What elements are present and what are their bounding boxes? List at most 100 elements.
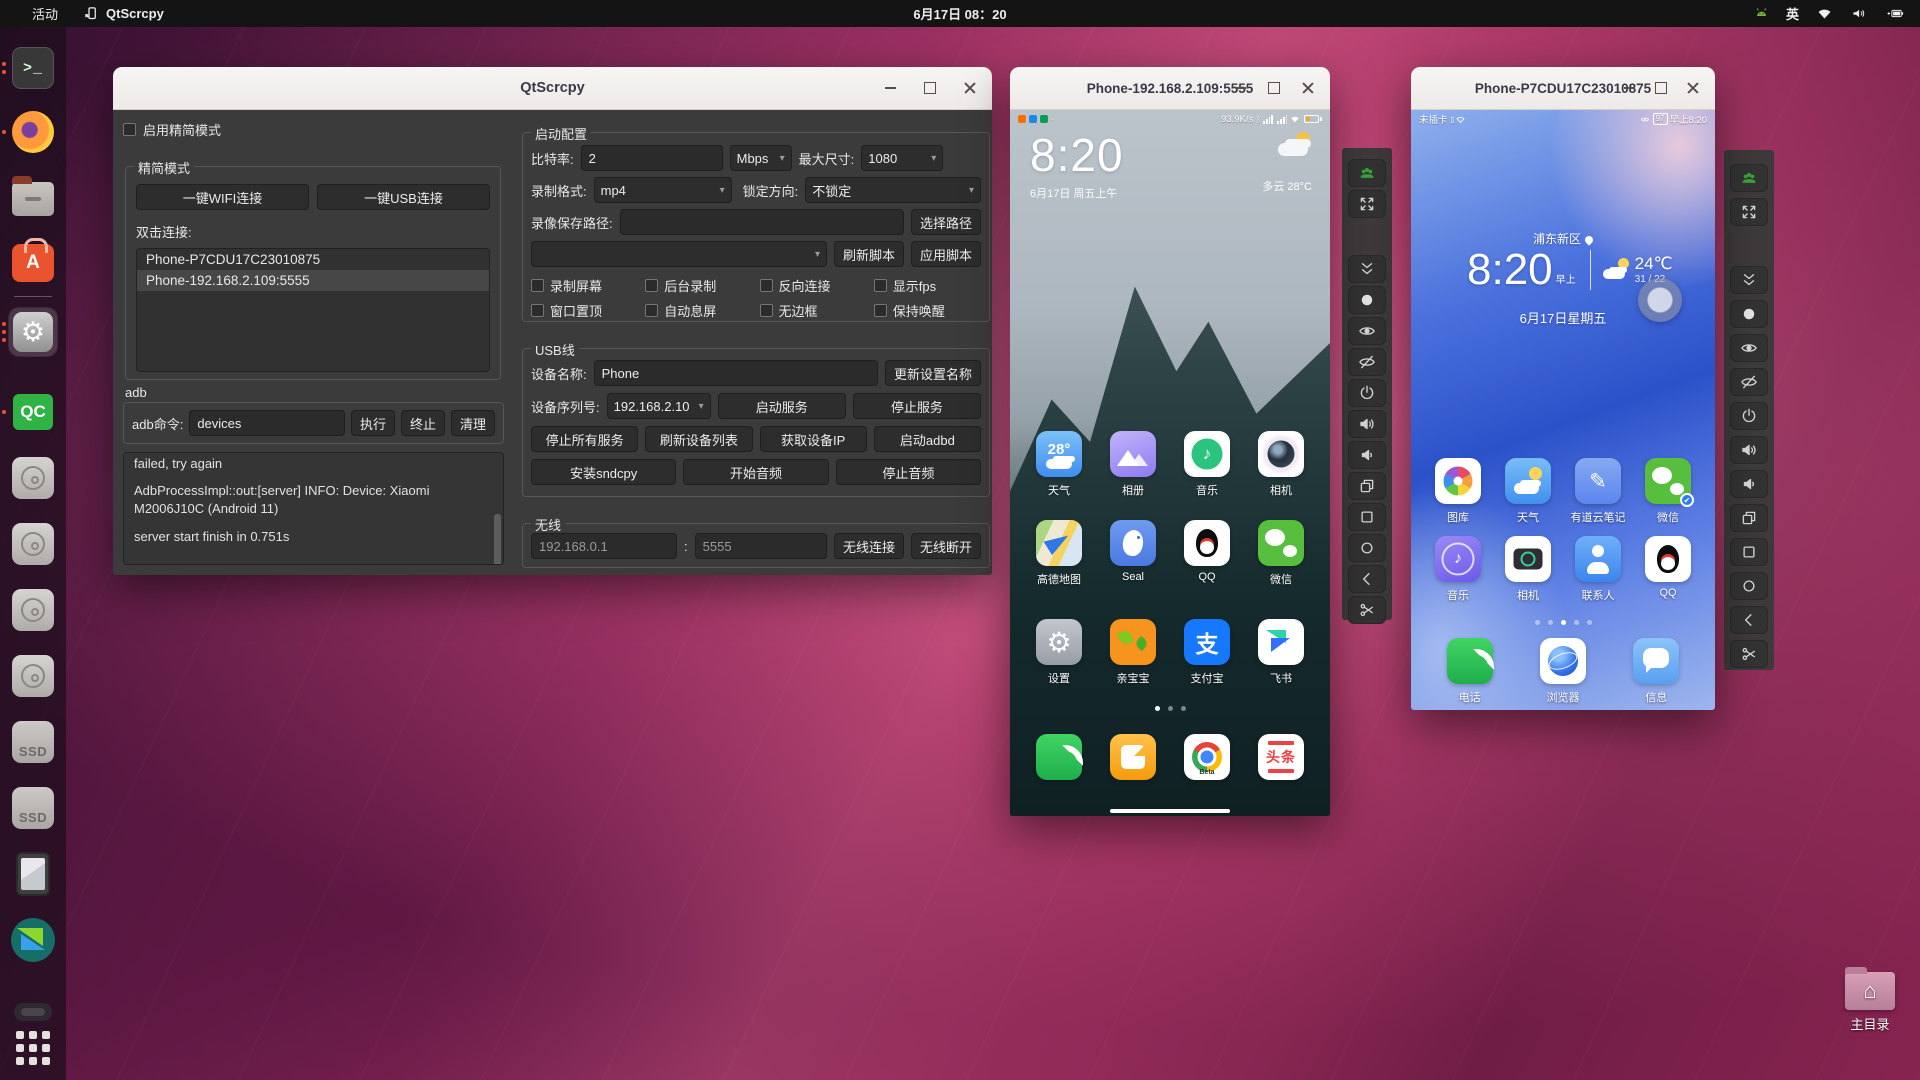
screen-off-icon[interactable] <box>1730 368 1768 396</box>
checkbox-无边框[interactable]: 无边框 <box>760 301 867 320</box>
dock-item-qtscrcpy-qc[interactable]: QC <box>9 388 57 436</box>
menu-icon[interactable] <box>1730 538 1768 566</box>
one-key-wifi-button[interactable]: 一键WIFI连接 <box>136 184 309 210</box>
stop-service-button[interactable]: 停止服务 <box>853 393 981 419</box>
screenshot-icon[interactable] <box>1348 596 1386 624</box>
dock-item-terminal[interactable]: >_ <box>9 44 57 92</box>
screenshot-icon[interactable] <box>1730 640 1768 668</box>
volume-up-icon[interactable] <box>1730 436 1768 464</box>
stop-audio-button[interactable]: 停止音频 <box>836 459 981 485</box>
app-switch-icon[interactable] <box>1730 504 1768 532</box>
qtscrcpy-titlebar[interactable]: QtScrcpy <box>113 67 992 110</box>
adb-log-output[interactable]: failed, try againAdbProcessImpl::out:[se… <box>123 452 504 565</box>
phone1-app-weather[interactable]: 28° <box>1036 431 1082 477</box>
phone1-titlebar[interactable]: Phone-192.168.2.109:5555 <box>1010 67 1330 110</box>
phone2-app-phone[interactable] <box>1447 638 1493 684</box>
volume-icon[interactable] <box>1850 6 1867 21</box>
lock-orientation-combo[interactable]: 不锁定▾ <box>805 177 981 203</box>
volume-up-icon[interactable] <box>1348 410 1386 438</box>
adb-command-input[interactable]: devices <box>189 410 345 436</box>
refresh-script-button[interactable]: 刷新脚本 <box>834 241 904 267</box>
phone2-screen[interactable]: 未插卡 ▯ 97 早上8:20 浦东新区 8:20 早上 24℃ 31 / 22… <box>1411 110 1715 710</box>
phone2-app-browser[interactable] <box>1540 638 1586 684</box>
phone2-app-qq[interactable] <box>1645 536 1691 582</box>
clock-menu[interactable]: 6月17日 08：20 <box>0 4 1920 23</box>
power-icon[interactable] <box>1730 402 1768 430</box>
dock-item-disk-3[interactable] <box>9 586 57 634</box>
phone1-app-messages[interactable] <box>1110 734 1156 780</box>
wireless-port-input[interactable]: 5555 <box>695 533 827 559</box>
dock-item-disk-2[interactable] <box>9 520 57 568</box>
phone1-app-qinbaobao[interactable] <box>1110 619 1156 665</box>
save-path-input[interactable] <box>620 209 904 235</box>
device-list-item[interactable]: Phone-192.168.2.109:5555 <box>137 270 489 291</box>
script-combo[interactable]: ▾ <box>531 241 827 267</box>
dock-item-ssd-2[interactable]: SSD <box>9 784 57 832</box>
record-format-combo[interactable]: mp4▾ <box>594 177 732 203</box>
phone2-titlebar[interactable]: Phone-P7CDU17C23010875 <box>1411 67 1715 110</box>
device-name-input[interactable]: Phone <box>594 360 878 386</box>
max-size-combo[interactable]: 1080▾ <box>861 145 943 171</box>
phone2-app-weather[interactable] <box>1505 458 1551 504</box>
phone1-app-alipay[interactable]: 支 <box>1184 619 1230 665</box>
wifi-icon[interactable] <box>1816 6 1833 21</box>
input-method-indicator[interactable]: 英 <box>1786 4 1799 23</box>
group-control-icon[interactable] <box>1730 164 1768 192</box>
back-icon[interactable] <box>1730 606 1768 634</box>
stop-all-services-button[interactable]: 停止所有服务 <box>531 426 638 452</box>
group-control-icon[interactable] <box>1348 159 1386 187</box>
home-icon[interactable] <box>1348 534 1386 562</box>
home-indicator[interactable] <box>1110 809 1230 813</box>
adb-run-button[interactable]: 执行 <box>351 410 395 436</box>
phone2-app-gallery[interactable] <box>1435 458 1481 504</box>
checkbox-后台录制[interactable]: 后台录制 <box>645 276 752 295</box>
enable-simple-mode-checkbox[interactable] <box>123 123 136 136</box>
install-sndcpy-button[interactable]: 安装sndcpy <box>531 459 676 485</box>
dock-item-disk-4[interactable] <box>9 652 57 700</box>
phone1-app-wechat[interactable] <box>1258 520 1304 566</box>
close-button[interactable] <box>962 80 978 96</box>
menu-icon[interactable] <box>1348 503 1386 531</box>
phone1-app-feishu[interactable] <box>1258 619 1304 665</box>
expand-notifications-icon[interactable] <box>1348 255 1386 283</box>
checkbox-自动息屏[interactable]: 自动息屏 <box>645 301 752 320</box>
phone1-app-phone[interactable] <box>1036 734 1082 780</box>
bitrate-unit-combo[interactable]: Mbps▾ <box>730 145 792 171</box>
maximize-button[interactable] <box>1653 80 1669 96</box>
android-tray-icon[interactable] <box>1754 6 1769 21</box>
screen-on-icon[interactable] <box>1730 334 1768 362</box>
phone1-app-camera[interactable] <box>1258 431 1304 477</box>
maximize-button[interactable] <box>1266 80 1282 96</box>
dock-item-phone-device[interactable] <box>9 850 57 898</box>
volume-down-icon[interactable] <box>1730 470 1768 498</box>
home-icon[interactable] <box>1730 572 1768 600</box>
device-list[interactable]: Phone-P7CDU17C23010875Phone-192.168.2.10… <box>136 248 490 372</box>
back-icon[interactable] <box>1348 565 1386 593</box>
dock-item-handshaker[interactable] <box>9 916 57 964</box>
checkbox-窗口置顶[interactable]: 窗口置顶 <box>531 301 638 320</box>
checkbox-录制屏幕[interactable]: 录制屏幕 <box>531 276 638 295</box>
battery-charging-icon[interactable] <box>1884 6 1906 21</box>
phone2-app-contacts[interactable] <box>1575 536 1621 582</box>
phone2-app-camera[interactable] <box>1505 536 1551 582</box>
get-device-ip-button[interactable]: 获取设备IP <box>760 426 867 452</box>
phone2-app-messages[interactable] <box>1633 638 1679 684</box>
start-service-button[interactable]: 启动服务 <box>718 393 846 419</box>
checkbox-显示fps[interactable]: 显示fps <box>874 276 981 295</box>
log-scrollbar[interactable] <box>494 514 501 565</box>
adb-clear-button[interactable]: 清理 <box>451 410 495 436</box>
phone2-app-youdao-note[interactable]: ✎ <box>1575 458 1621 504</box>
home-folder-shortcut[interactable]: ⌂ 主目录 <box>1832 972 1908 1033</box>
one-key-usb-button[interactable]: 一键USB连接 <box>317 184 490 210</box>
serial-combo[interactable]: 192.168.2.10▾ <box>607 393 711 419</box>
wireless-connect-button[interactable]: 无线连接 <box>834 533 904 559</box>
phone1-app-amap[interactable] <box>1036 520 1082 566</box>
apply-script-button[interactable]: 应用脚本 <box>911 241 981 267</box>
phone1-app-toutiao[interactable]: 头条 <box>1258 734 1304 780</box>
minimize-button[interactable] <box>1621 80 1637 96</box>
dock-item-ssd-1[interactable]: SSD <box>9 718 57 766</box>
maximize-button[interactable] <box>922 80 938 96</box>
choose-path-button[interactable]: 选择路径 <box>911 209 981 235</box>
adb-stop-button[interactable]: 终止 <box>401 410 445 436</box>
phone1-app-music[interactable]: ♪ <box>1184 431 1230 477</box>
